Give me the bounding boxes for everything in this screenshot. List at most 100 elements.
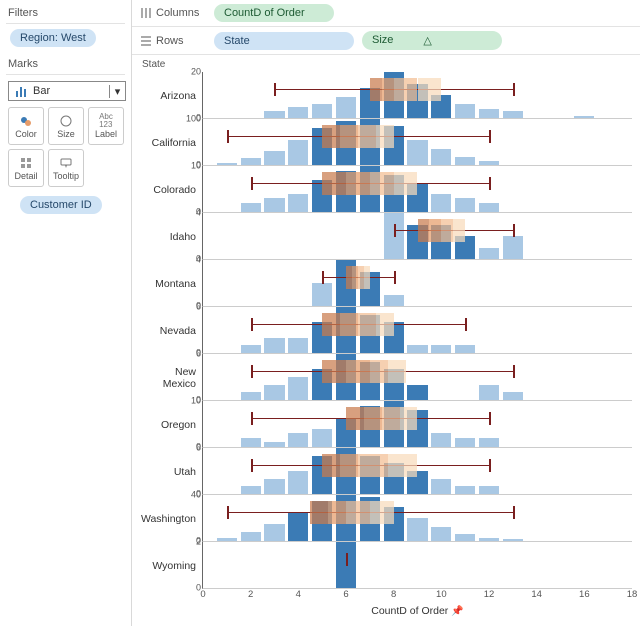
histogram-bar[interactable] bbox=[431, 149, 451, 165]
color-card[interactable]: Color bbox=[8, 107, 44, 145]
box-segment bbox=[370, 360, 388, 383]
box-segment bbox=[441, 219, 453, 242]
facet-chart[interactable]: 010 bbox=[202, 166, 632, 213]
histogram-bar[interactable] bbox=[479, 486, 499, 494]
histogram-bar[interactable] bbox=[455, 345, 475, 353]
facet-chart[interactable]: 0100 bbox=[202, 119, 632, 166]
x-axis-title-text: CountD of Order bbox=[371, 605, 448, 617]
histogram-bar[interactable] bbox=[479, 438, 499, 447]
histogram-bar[interactable] bbox=[431, 527, 451, 541]
rows-pill-size[interactable]: Size △ bbox=[362, 31, 502, 50]
histogram-bar[interactable] bbox=[455, 438, 475, 447]
bar-icon bbox=[13, 83, 29, 99]
histogram-bar[interactable] bbox=[241, 392, 261, 400]
histogram-bar[interactable] bbox=[455, 486, 475, 494]
histogram-bar[interactable] bbox=[503, 392, 523, 400]
histogram-bar[interactable] bbox=[264, 524, 284, 541]
histogram-bar[interactable] bbox=[264, 111, 284, 118]
histogram-bar[interactable] bbox=[407, 518, 427, 541]
histogram-bar[interactable] bbox=[503, 111, 523, 118]
histogram-bar[interactable] bbox=[479, 538, 499, 541]
facet-row: Oregon010 bbox=[140, 401, 632, 448]
histogram-bar[interactable] bbox=[241, 203, 261, 212]
histogram-bar[interactable] bbox=[312, 429, 332, 447]
histogram-bar[interactable] bbox=[288, 107, 308, 119]
histogram-bar[interactable] bbox=[217, 538, 237, 541]
histogram-bar[interactable] bbox=[241, 486, 261, 494]
histogram-bar[interactable] bbox=[479, 248, 499, 260]
facet-chart[interactable]: 06 bbox=[202, 354, 632, 401]
histogram-bar[interactable] bbox=[241, 345, 261, 353]
histogram-bar[interactable] bbox=[336, 97, 356, 118]
histogram-bar[interactable] bbox=[574, 116, 594, 118]
histogram-bar[interactable] bbox=[384, 295, 404, 307]
histogram-bar[interactable] bbox=[479, 109, 499, 118]
histogram-bar[interactable] bbox=[431, 194, 451, 212]
rows-pill-state[interactable]: State bbox=[214, 32, 354, 50]
facet-chart[interactable]: 020 bbox=[202, 72, 632, 119]
box-segment bbox=[382, 407, 400, 430]
main: Columns CountD of Order Rows State Size … bbox=[132, 0, 640, 626]
size-card[interactable]: Size bbox=[48, 107, 84, 145]
columns-label-text: Columns bbox=[156, 7, 199, 19]
box-segment bbox=[388, 360, 406, 383]
histogram-bar[interactable] bbox=[264, 479, 284, 494]
histogram-bar[interactable] bbox=[431, 479, 451, 494]
facet-row: Washington040 bbox=[140, 495, 632, 542]
histogram-bar[interactable] bbox=[264, 198, 284, 212]
facet-chart[interactable]: 06 bbox=[202, 448, 632, 495]
histogram-bar[interactable] bbox=[264, 151, 284, 165]
histogram-bar[interactable] bbox=[455, 104, 475, 118]
histogram-bar[interactable] bbox=[479, 385, 499, 400]
histogram-bar[interactable] bbox=[479, 203, 499, 212]
histogram-bar[interactable] bbox=[288, 433, 308, 447]
marks-cards: Color Size Abc123 Label Detail Tooltip bbox=[8, 107, 125, 187]
histogram-bar[interactable] bbox=[241, 532, 261, 541]
y-tick: 10 bbox=[191, 397, 201, 406]
facet-chart[interactable]: 010 bbox=[202, 401, 632, 448]
rows-shelf[interactable]: Rows State Size △ bbox=[132, 27, 640, 55]
histogram-bar[interactable] bbox=[288, 140, 308, 165]
histogram-bar[interactable] bbox=[455, 157, 475, 165]
histogram-bar[interactable] bbox=[217, 163, 237, 165]
box-segment bbox=[364, 266, 370, 289]
facet-chart[interactable]: 040 bbox=[202, 495, 632, 542]
histogram-bar[interactable] bbox=[407, 385, 427, 400]
histogram-bar[interactable] bbox=[479, 161, 499, 165]
columns-shelf[interactable]: Columns CountD of Order bbox=[132, 0, 640, 27]
histogram-bar[interactable] bbox=[264, 338, 284, 353]
filter-pill-region[interactable]: Region: West bbox=[10, 29, 96, 47]
tooltip-card[interactable]: Tooltip bbox=[48, 149, 84, 187]
histogram-bar[interactable] bbox=[503, 539, 523, 541]
facet-chart[interactable]: 04 bbox=[202, 213, 632, 260]
columns-pill[interactable]: CountD of Order bbox=[214, 4, 334, 22]
histogram-bar[interactable] bbox=[407, 140, 427, 165]
histogram-bar[interactable] bbox=[288, 377, 308, 400]
histogram-bar[interactable] bbox=[455, 198, 475, 212]
facet-chart[interactable]: 04 bbox=[202, 260, 632, 307]
y-tick: 6 bbox=[196, 444, 201, 453]
histogram-bar[interactable] bbox=[241, 158, 261, 165]
histogram-bar[interactable] bbox=[407, 345, 427, 353]
histogram-bar[interactable] bbox=[312, 283, 332, 306]
histogram-bar[interactable] bbox=[264, 442, 284, 447]
histogram-bar[interactable] bbox=[288, 338, 308, 353]
facet-chart[interactable]: 02 bbox=[202, 542, 632, 589]
detail-pill-customer[interactable]: Customer ID bbox=[20, 196, 102, 214]
histogram-bar[interactable] bbox=[503, 236, 523, 259]
histogram-bar[interactable] bbox=[241, 438, 261, 447]
histogram-bar[interactable] bbox=[264, 385, 284, 400]
facet-chart[interactable]: 06 bbox=[202, 307, 632, 354]
y-tick: 100 bbox=[186, 115, 201, 124]
detail-card[interactable]: Detail bbox=[8, 149, 44, 187]
histogram-bar[interactable] bbox=[288, 471, 308, 494]
mark-type-select[interactable]: Bar ▾ bbox=[8, 81, 126, 101]
histogram-bar[interactable] bbox=[288, 512, 308, 541]
histogram-bar[interactable] bbox=[288, 194, 308, 212]
histogram-bar[interactable] bbox=[431, 345, 451, 353]
histogram-bar[interactable] bbox=[431, 433, 451, 447]
histogram-bar[interactable] bbox=[455, 534, 475, 541]
label-card[interactable]: Abc123 Label bbox=[88, 107, 124, 145]
box-segment bbox=[370, 78, 382, 101]
histogram-bar[interactable] bbox=[312, 104, 332, 118]
